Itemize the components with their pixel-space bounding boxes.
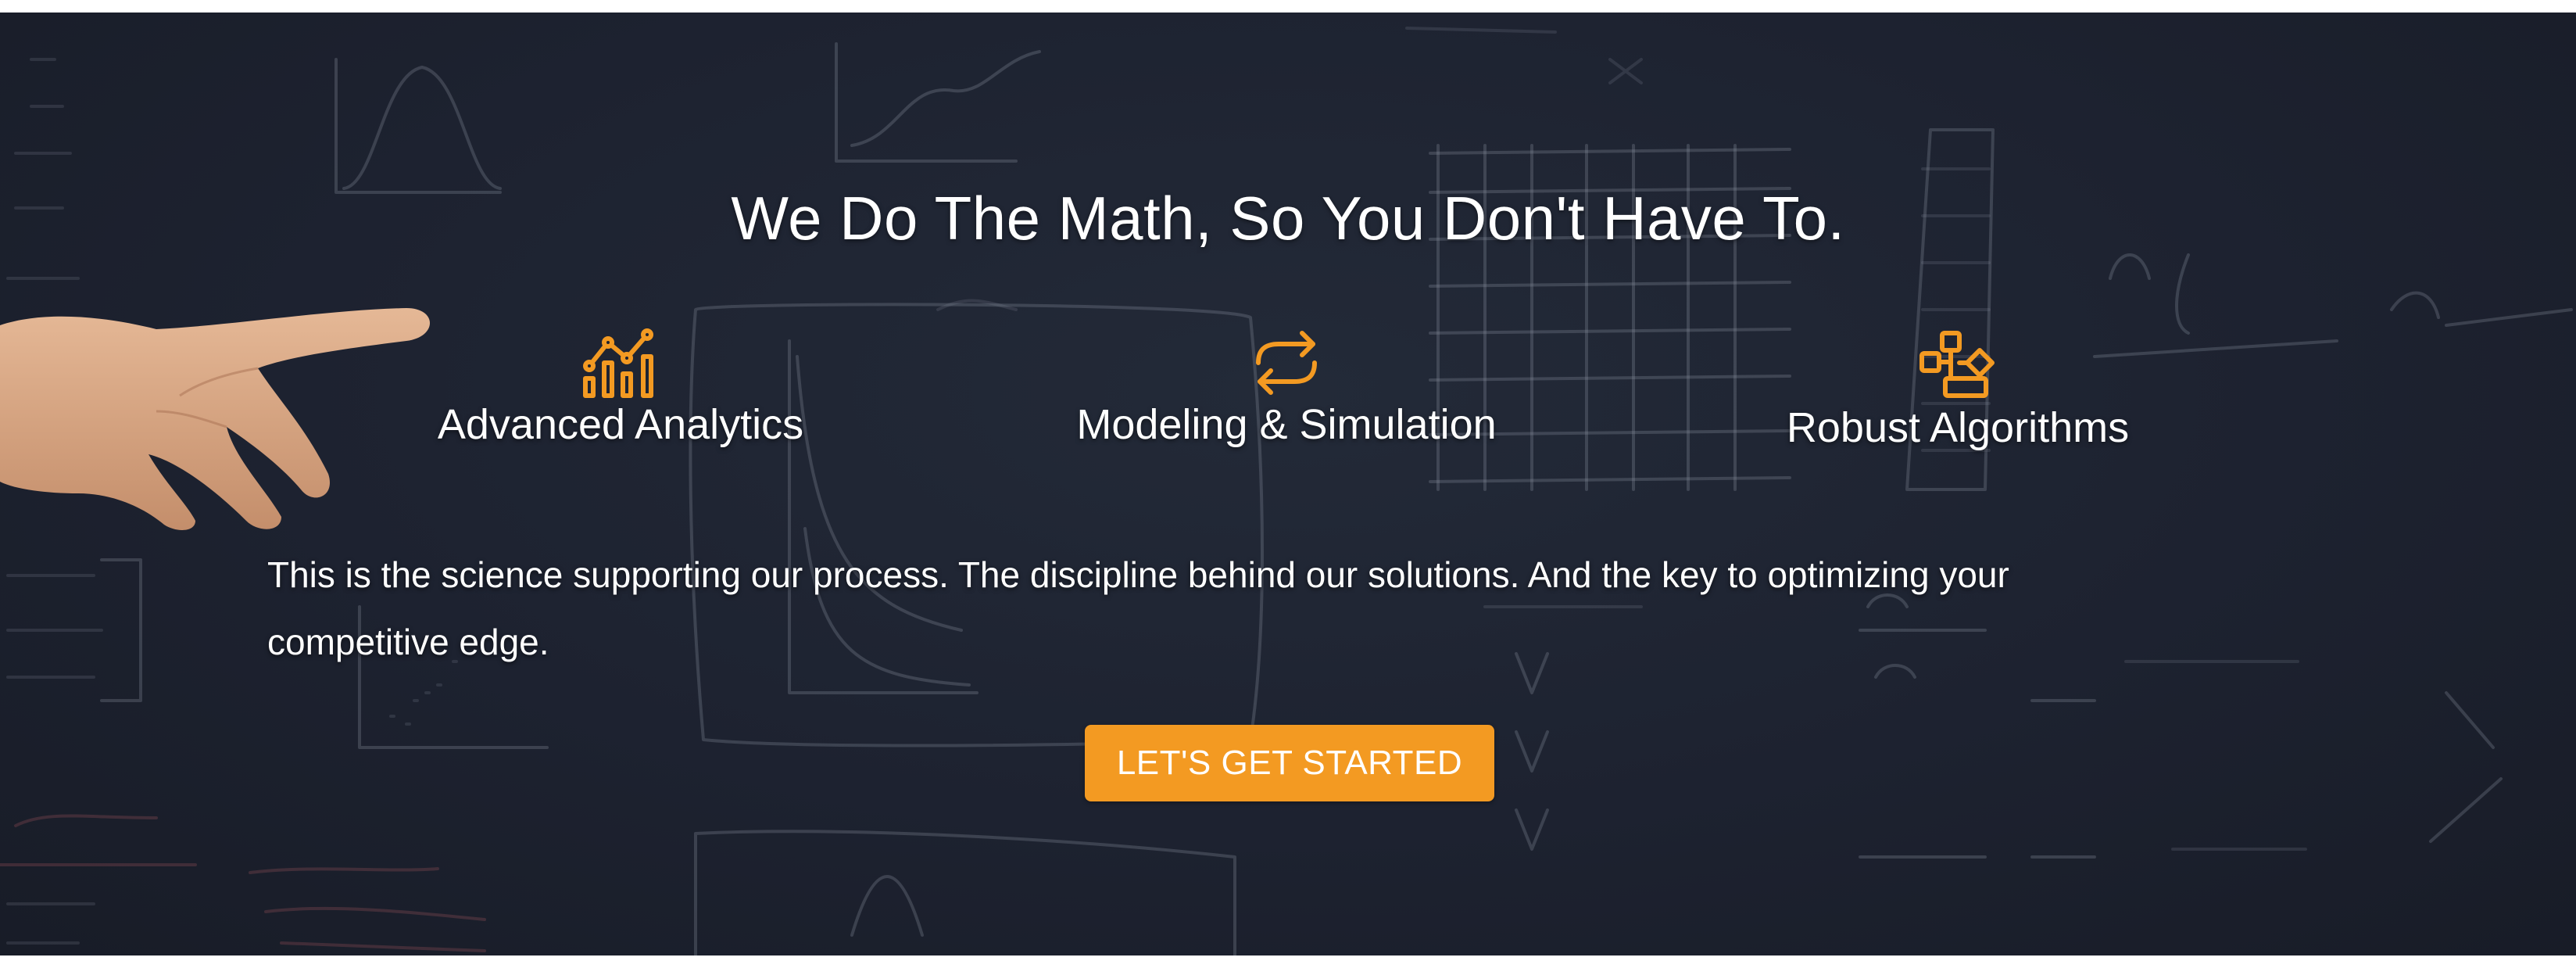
repeat-cycle-icon <box>1256 331 1317 395</box>
pointing-hand-image <box>0 308 430 530</box>
feature-label: Modeling & Simulation <box>1076 401 1497 448</box>
page-title: We Do The Math, So You Don't Have To. <box>731 184 1845 253</box>
hero-section: We Do The Math, So You Don't Have To. Ad… <box>0 13 2576 955</box>
intro-paragraph: This is the science supporting our proce… <box>267 554 2009 662</box>
bar-line-chart-icon <box>583 328 653 398</box>
feature-advanced-analytics: Advanced Analytics <box>406 325 835 449</box>
flowchart-icon <box>1919 331 1995 398</box>
feature-robust-algorithms: Robust Algorithms <box>1758 328 2157 452</box>
get-started-button[interactable]: LET'S GET STARTED <box>1085 725 1494 801</box>
feature-label: Advanced Analytics <box>437 401 804 448</box>
feature-modeling-simulation: Modeling & Simulation <box>1039 325 1533 449</box>
feature-label: Robust Algorithms <box>1786 404 2130 451</box>
